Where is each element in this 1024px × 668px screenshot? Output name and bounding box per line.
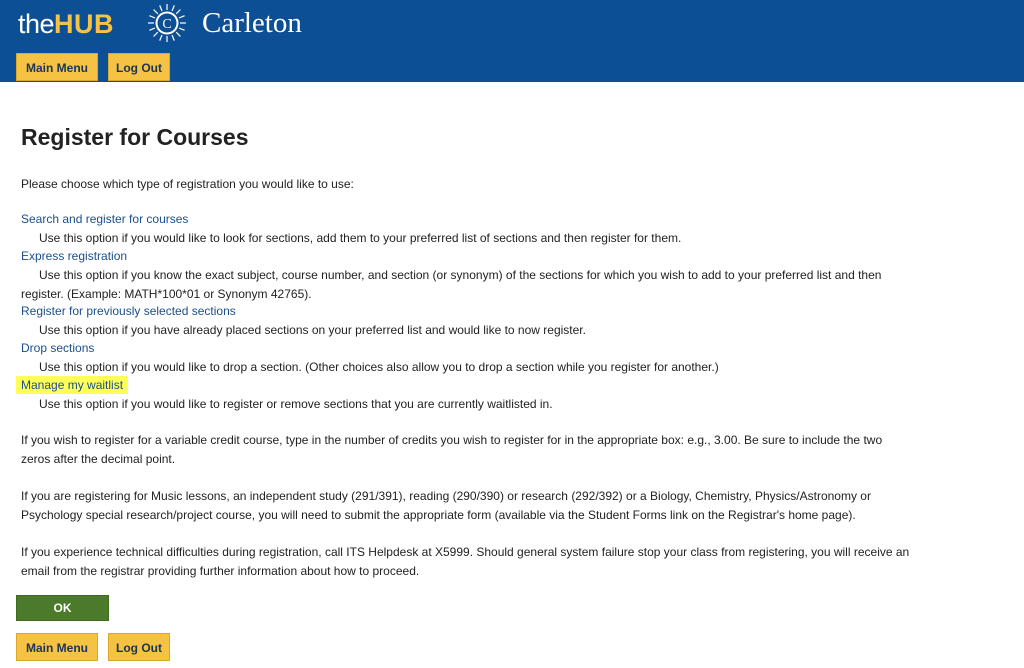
brand-the: the [18,8,55,39]
drop-sections-link[interactable]: Drop sections [21,339,94,357]
institution-name: Carleton [202,7,302,39]
drop-sections-desc: Use this option if you would like to dro… [39,360,719,374]
top-header: the HUB C Carleton Main Menu Log Out [0,0,1024,82]
previously-selected-link[interactable]: Register for previously selected section… [21,302,236,320]
manage-waitlist-link[interactable]: Manage my waitlist [16,376,129,394]
previously-selected-desc: Use this option if you have already plac… [39,323,586,337]
express-registration-desc: Use this option if you know the exact su… [21,268,882,301]
variable-credit-note: If you wish to register for a variable c… [21,433,883,466]
manage-waitlist-desc: Use this option if you would like to reg… [39,397,553,411]
technical-difficulties-note: If you experience technical difficulties… [21,545,910,578]
footer-logout-button[interactable]: Log Out [108,633,170,661]
seal-letter: C [162,17,171,32]
search-register-link[interactable]: Search and register for courses [21,210,188,228]
page-title: Register for Courses [21,124,249,150]
main-menu-button[interactable]: Main Menu [16,53,98,81]
express-registration-link[interactable]: Express registration [21,247,127,265]
footer-main-menu-button[interactable]: Main Menu [16,633,98,661]
ok-button[interactable]: OK [16,595,109,621]
music-lessons-note: If you are registering for Music lessons… [21,489,871,522]
carleton-seal-icon: C [148,4,186,42]
brand-hub: HUB [54,8,115,39]
search-register-desc: Use this option if you would like to loo… [39,231,682,245]
intro-text: Please choose which type of registration… [21,177,354,191]
thehub-logo: the HUB [18,6,114,42]
logout-button[interactable]: Log Out [108,53,170,81]
